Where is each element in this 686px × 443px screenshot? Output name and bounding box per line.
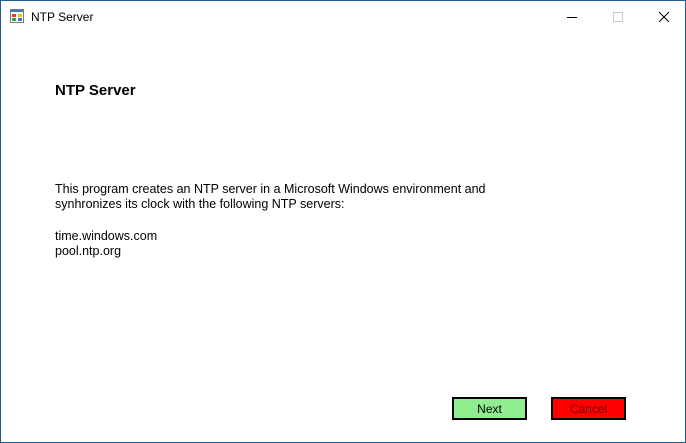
title-bar[interactable]: NTP Server	[1, 1, 685, 32]
description-text: This program creates an NTP server in a …	[55, 182, 525, 212]
ntp-server-item: time.windows.com	[55, 229, 158, 243]
ntp-server-item: pool.ntp.org	[55, 244, 122, 258]
close-button[interactable]	[641, 1, 686, 32]
app-window-icon	[10, 9, 24, 23]
maximize-icon	[613, 11, 623, 22]
ntp-server-window: NTP Server NTP Server This program creat…	[0, 0, 686, 443]
window-title: NTP Server	[31, 10, 94, 24]
description-line-2: synhronizes its clock with the following…	[55, 197, 345, 211]
page-heading: NTP Server	[55, 82, 136, 99]
next-button[interactable]: Next	[452, 397, 527, 420]
ntp-server-list: time.windows.com pool.ntp.org	[55, 229, 157, 259]
description-line-1: This program creates an NTP server in a …	[55, 182, 486, 196]
minimize-button[interactable]	[549, 1, 595, 32]
minimize-icon	[567, 12, 577, 22]
cancel-button[interactable]: Cancel	[551, 397, 626, 420]
close-icon	[659, 11, 669, 22]
maximize-button[interactable]	[595, 1, 641, 32]
